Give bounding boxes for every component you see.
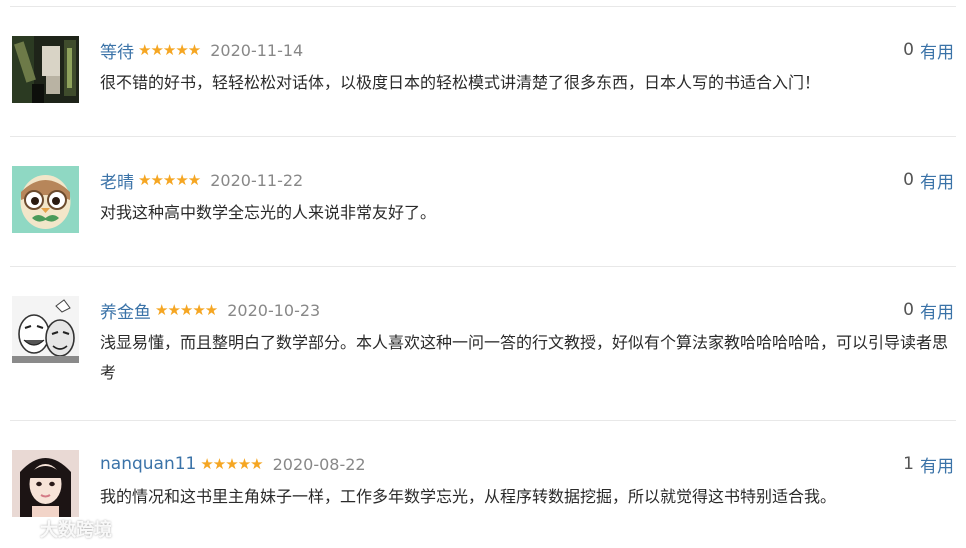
vote-area: 1 有用 <box>903 452 954 477</box>
username-link[interactable]: 等待 <box>100 38 134 63</box>
vote-count: 1 <box>903 454 914 474</box>
vote-count: 0 <box>903 300 914 320</box>
username-link[interactable]: nanquan11 <box>100 454 196 474</box>
divider <box>10 6 956 7</box>
vote-area: 0 有用 <box>903 38 954 63</box>
comment-text: 浅显易懂，而且整明白了数学部分。本人喜欢这种一问一答的行文教授，好似有个算法家教… <box>100 333 949 382</box>
comment-date: 2020-11-22 <box>210 170 304 190</box>
meme-sketch-avatar-icon <box>12 296 79 363</box>
comment-text: 对我这种高中数学全忘光的人来说非常友好了。 <box>100 203 437 222</box>
username-link[interactable]: 养金鱼 <box>100 298 151 323</box>
watermark-text: 大数跨境 <box>40 520 112 541</box>
avatar[interactable] <box>12 166 79 233</box>
divider <box>10 266 956 267</box>
avatar[interactable] <box>12 296 79 363</box>
username-link[interactable]: 老晴 <box>100 168 134 193</box>
vote-area: 0 有用 <box>903 168 954 193</box>
star-rating: ★★★★★ <box>200 455 263 473</box>
star-rating: ★★★★★ <box>138 171 201 189</box>
divider <box>10 136 956 137</box>
useful-vote-button[interactable]: 有用 <box>920 298 954 323</box>
vote-count: 0 <box>903 170 914 190</box>
comment-meta: 等待 ★★★★★ 2020-11-14 <box>100 38 304 63</box>
comment-date: 2020-08-22 <box>272 454 366 474</box>
avatar[interactable] <box>12 450 79 517</box>
vote-area: 0 有用 <box>903 298 954 323</box>
comment-text: 我的情况和这书里主角妹子一样，工作多年数学忘光，从程序转数据挖掘，所以就觉得这书… <box>100 487 837 506</box>
comment-date: 2020-11-14 <box>210 40 304 60</box>
watermark-logo-icon <box>6 520 36 538</box>
watermark: 大数跨境 <box>6 516 112 542</box>
comment-date: 2020-10-23 <box>227 300 321 320</box>
useful-vote-button[interactable]: 有用 <box>920 168 954 193</box>
owl-cartoon-avatar-icon <box>12 166 79 233</box>
useful-vote-button[interactable]: 有用 <box>920 38 954 63</box>
comment-meta: nanquan11 ★★★★★ 2020-08-22 <box>100 452 366 476</box>
avatar[interactable] <box>12 36 79 103</box>
comment-meta: 老晴 ★★★★★ 2020-11-22 <box>100 168 304 193</box>
useful-vote-button[interactable]: 有用 <box>920 452 954 477</box>
star-rating: ★★★★★ <box>155 301 218 319</box>
comment-meta: 养金鱼 ★★★★★ 2020-10-23 <box>100 298 321 323</box>
divider <box>10 420 956 421</box>
comments-page: 等待 ★★★★★ 2020-11-14 0 有用 很不错的好书，轻轻松松对话体，… <box>0 0 966 548</box>
star-rating: ★★★★★ <box>138 41 201 59</box>
comment-text: 很不错的好书，轻轻松松对话体，以极度日本的轻松模式讲清楚了很多东西，日本人写的书… <box>100 73 821 92</box>
girl-photo-avatar-icon <box>12 450 79 517</box>
dark-photo-avatar-icon <box>12 36 79 103</box>
vote-count: 0 <box>903 40 914 60</box>
